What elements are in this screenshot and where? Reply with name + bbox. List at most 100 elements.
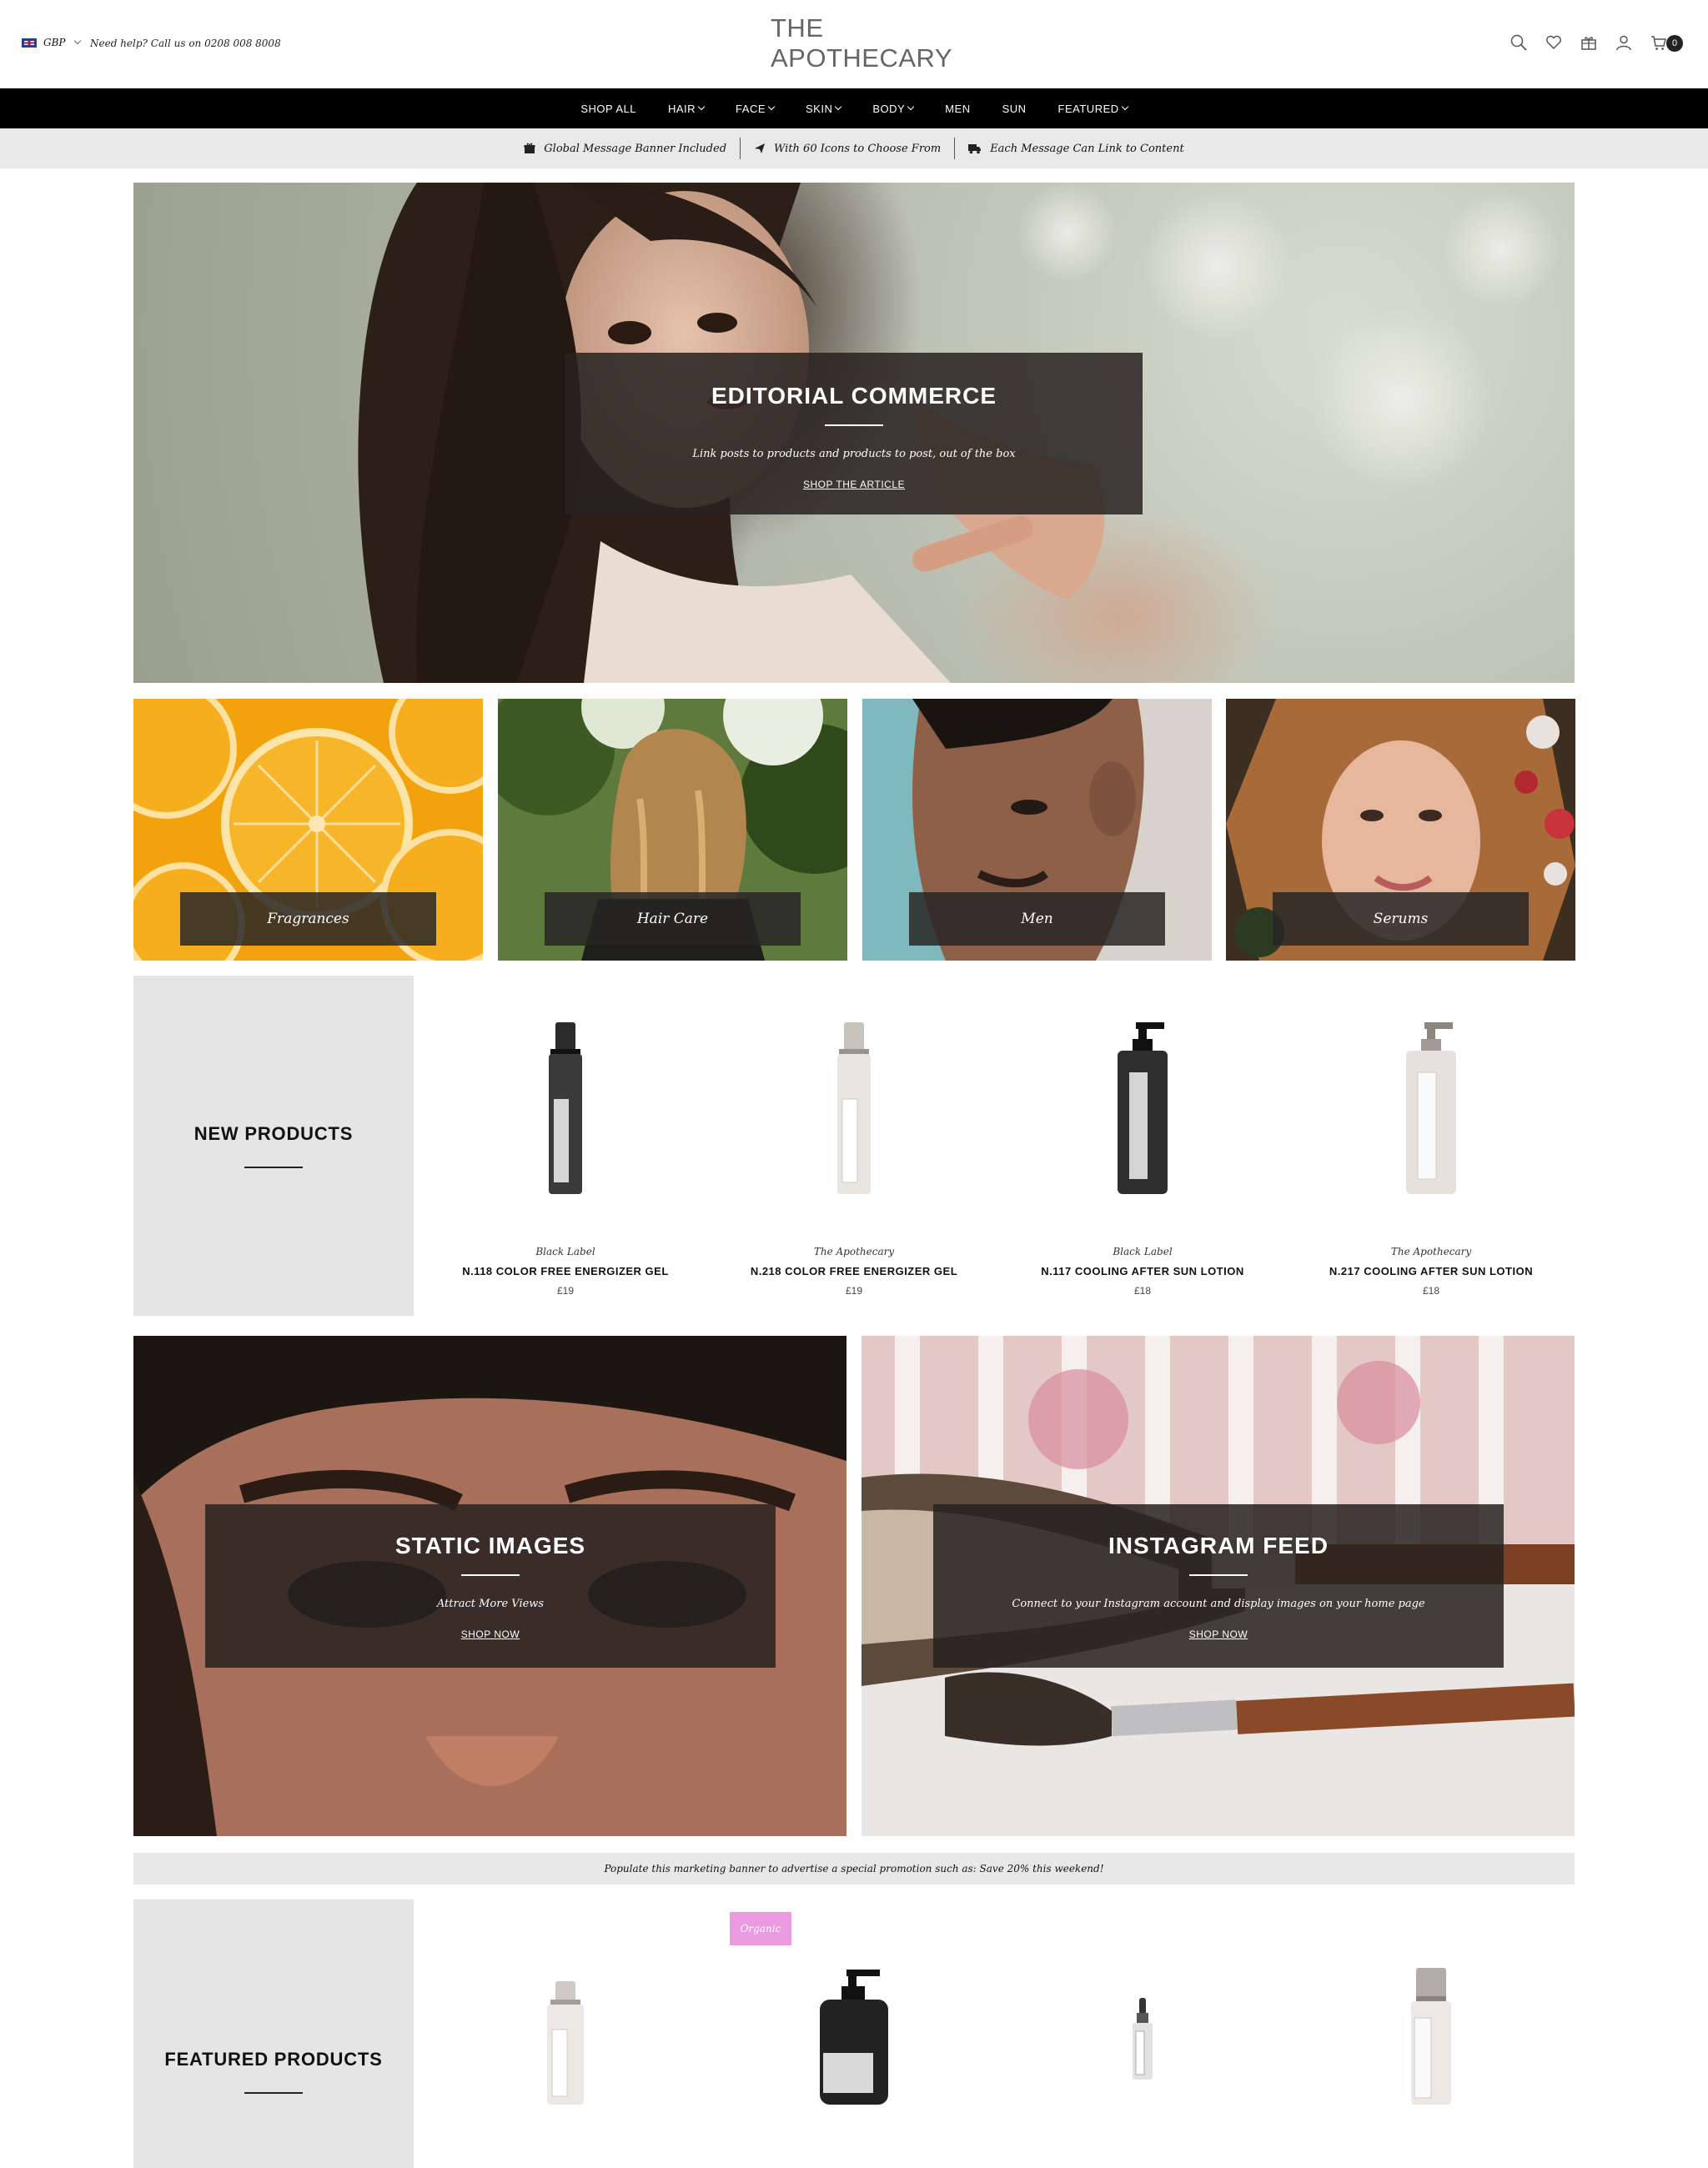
light-airless-bottle xyxy=(547,1981,584,2105)
message-item[interactable]: Each Message Can Link to Content xyxy=(968,143,1184,155)
light-deodorant-bottle xyxy=(1411,1968,1451,2105)
new-products-card: NEW PRODUCTS xyxy=(133,976,414,1316)
nav-label: SUN xyxy=(1002,102,1027,115)
message-text: Global Message Banner Included xyxy=(544,142,727,155)
product-brand: The Apothecary xyxy=(1390,1246,1472,1257)
category-tile-serums[interactable]: Serums xyxy=(1226,699,1575,961)
product-price: £19 xyxy=(556,1285,575,1297)
category-label: Serums xyxy=(1273,892,1529,946)
promo-title: STATIC IMAGES xyxy=(394,1533,586,1558)
chevron-down-icon xyxy=(697,103,706,111)
product-card[interactable]: The Apothecary N.218 COLOR FREE ENERGIZE… xyxy=(721,1246,987,1297)
cart-icon xyxy=(1651,36,1666,50)
hero-subtitle: Link posts to products and products to p… xyxy=(692,448,1016,460)
hero-banner[interactable]: EDITORIAL COMMERCE Link posts to product… xyxy=(133,183,1575,683)
help-text: Need help? Call us on 0208 008 8008 xyxy=(90,38,281,49)
product-card[interactable]: Black Label N.118 COLOR FREE ENERGIZER G… xyxy=(432,1246,699,1297)
promo-static-images[interactable]: STATIC IMAGES Attract More Views SHOP NO… xyxy=(133,1336,846,1836)
category-tile-men[interactable]: Men xyxy=(862,699,1212,961)
title-rule xyxy=(1189,1574,1248,1576)
category-tile-fragrances[interactable]: Fragrances xyxy=(133,699,483,961)
chevron-down-icon xyxy=(74,37,82,45)
nav-label: MEN xyxy=(945,102,971,115)
site-header: GBP Need help? Call us on 0208 008 8008 … xyxy=(0,0,1708,88)
nav-item-sun[interactable]: SUN xyxy=(1002,103,1027,115)
product-price: £18 xyxy=(1133,1285,1152,1297)
chevron-down-icon xyxy=(907,103,915,111)
logo-line-2: APOTHECARY xyxy=(771,43,953,73)
search-icon[interactable] xyxy=(1510,33,1528,52)
dropper-bottle xyxy=(1133,1998,1153,2080)
nav-item-featured[interactable]: FEATURED xyxy=(1058,103,1128,115)
paper-plane-icon xyxy=(755,143,766,153)
cart-button[interactable]: 0 xyxy=(1650,33,1685,52)
dark-pump-bottle xyxy=(820,1970,888,2105)
promo-overlay: STATIC IMAGES Attract More Views SHOP NO… xyxy=(205,1504,776,1668)
category-tile-hair-care[interactable]: Hair Care xyxy=(498,699,847,961)
cart-count-badge: 0 xyxy=(1666,35,1683,52)
hero-shop-link[interactable]: SHOP THE ARTICLE xyxy=(565,479,1143,490)
title-rule xyxy=(244,1167,303,1168)
product-brand: The Apothecary xyxy=(813,1246,895,1257)
nav-item-face[interactable]: FACE xyxy=(736,103,776,115)
light-airless-bottle xyxy=(837,1022,871,1194)
category-label: Hair Care xyxy=(545,892,801,946)
dark-pump-bottle xyxy=(1118,1022,1168,1194)
currency-label: GBP xyxy=(43,37,66,48)
product-brand: Black Label xyxy=(1113,1246,1173,1257)
divider xyxy=(740,138,741,159)
nav-item-men[interactable]: MEN xyxy=(945,103,970,115)
nav-item-hair[interactable]: HAIR xyxy=(667,102,706,115)
site-logo[interactable]: THE APOTHECARY xyxy=(771,13,953,73)
product-price: £18 xyxy=(1422,1285,1440,1297)
marketing-text: Populate this marketing banner to advert… xyxy=(604,1863,1104,1874)
message-item[interactable]: Global Message Banner Included xyxy=(524,143,726,155)
nav-label: SKIN xyxy=(806,102,833,115)
product-name[interactable]: N.217 COOLING AFTER SUN LOTION xyxy=(1298,1265,1565,1277)
promo-shop-link[interactable]: SHOP NOW xyxy=(933,1629,1504,1640)
nav-label: HAIR xyxy=(667,102,696,115)
gift-icon xyxy=(524,143,535,153)
promo-instagram-feed[interactable]: INSTAGRAM FEED Connect to your Instagram… xyxy=(862,1336,1575,1836)
product-image[interactable] xyxy=(432,1965,699,2106)
nav-item-body[interactable]: BODY xyxy=(872,103,915,115)
main-navigation: SHOP ALL HAIR FACE SKIN BODY MEN SUN FEA… xyxy=(0,88,1708,128)
product-card[interactable]: The Apothecary N.217 COOLING AFTER SUN L… xyxy=(1298,1246,1565,1297)
product-image[interactable] xyxy=(1298,1965,1565,2106)
product-image[interactable] xyxy=(721,1965,987,2106)
currency-selector[interactable]: GBP xyxy=(22,37,82,48)
light-pump-bottle xyxy=(1406,1022,1456,1194)
account-icon[interactable] xyxy=(1615,33,1633,52)
header-icons: 0 xyxy=(1510,33,1685,52)
nav-item-shop-all[interactable]: SHOP ALL xyxy=(580,103,636,115)
promo-subtitle: Attract More Views xyxy=(436,1598,545,1610)
nav-item-skin[interactable]: SKIN xyxy=(806,102,842,115)
product-name[interactable]: N.118 COLOR FREE ENERGIZER GEL xyxy=(432,1265,699,1277)
product-image[interactable] xyxy=(1298,1022,1565,1197)
product-price: £19 xyxy=(845,1285,863,1297)
product-image[interactable] xyxy=(432,1022,699,1197)
promo-subtitle: Connect to your Instagram account and di… xyxy=(1012,1598,1425,1610)
chevron-down-icon xyxy=(1121,103,1128,111)
product-name[interactable]: N.117 COOLING AFTER SUN LOTION xyxy=(1009,1265,1276,1277)
title-rule xyxy=(825,424,883,426)
heart-icon[interactable] xyxy=(1545,33,1563,52)
promo-shop-link[interactable]: SHOP NOW xyxy=(205,1629,776,1640)
product-image[interactable] xyxy=(1009,1022,1276,1197)
product-image[interactable] xyxy=(1009,1965,1276,2081)
marketing-banner[interactable]: Populate this marketing banner to advert… xyxy=(133,1853,1575,1884)
message-text: Each Message Can Link to Content xyxy=(990,142,1184,155)
title-rule xyxy=(461,1574,520,1576)
product-brand: Black Label xyxy=(535,1246,595,1257)
product-card[interactable]: Black Label N.117 COOLING AFTER SUN LOTI… xyxy=(1009,1246,1276,1297)
message-item[interactable]: With 60 Icons to Choose From xyxy=(754,143,941,155)
product-name[interactable]: N.218 COLOR FREE ENERGIZER GEL xyxy=(721,1265,987,1277)
gift-icon[interactable] xyxy=(1580,33,1598,52)
logo-line-1: THE xyxy=(771,13,824,43)
uk-flag-icon xyxy=(22,38,37,48)
nav-label: SHOP ALL xyxy=(580,102,636,115)
hero-overlay: EDITORIAL COMMERCE Link posts to product… xyxy=(565,353,1143,514)
hero-title: EDITORIAL COMMERCE xyxy=(711,383,997,409)
product-image[interactable] xyxy=(721,1022,987,1197)
organic-badge: Organic xyxy=(730,1912,791,1945)
